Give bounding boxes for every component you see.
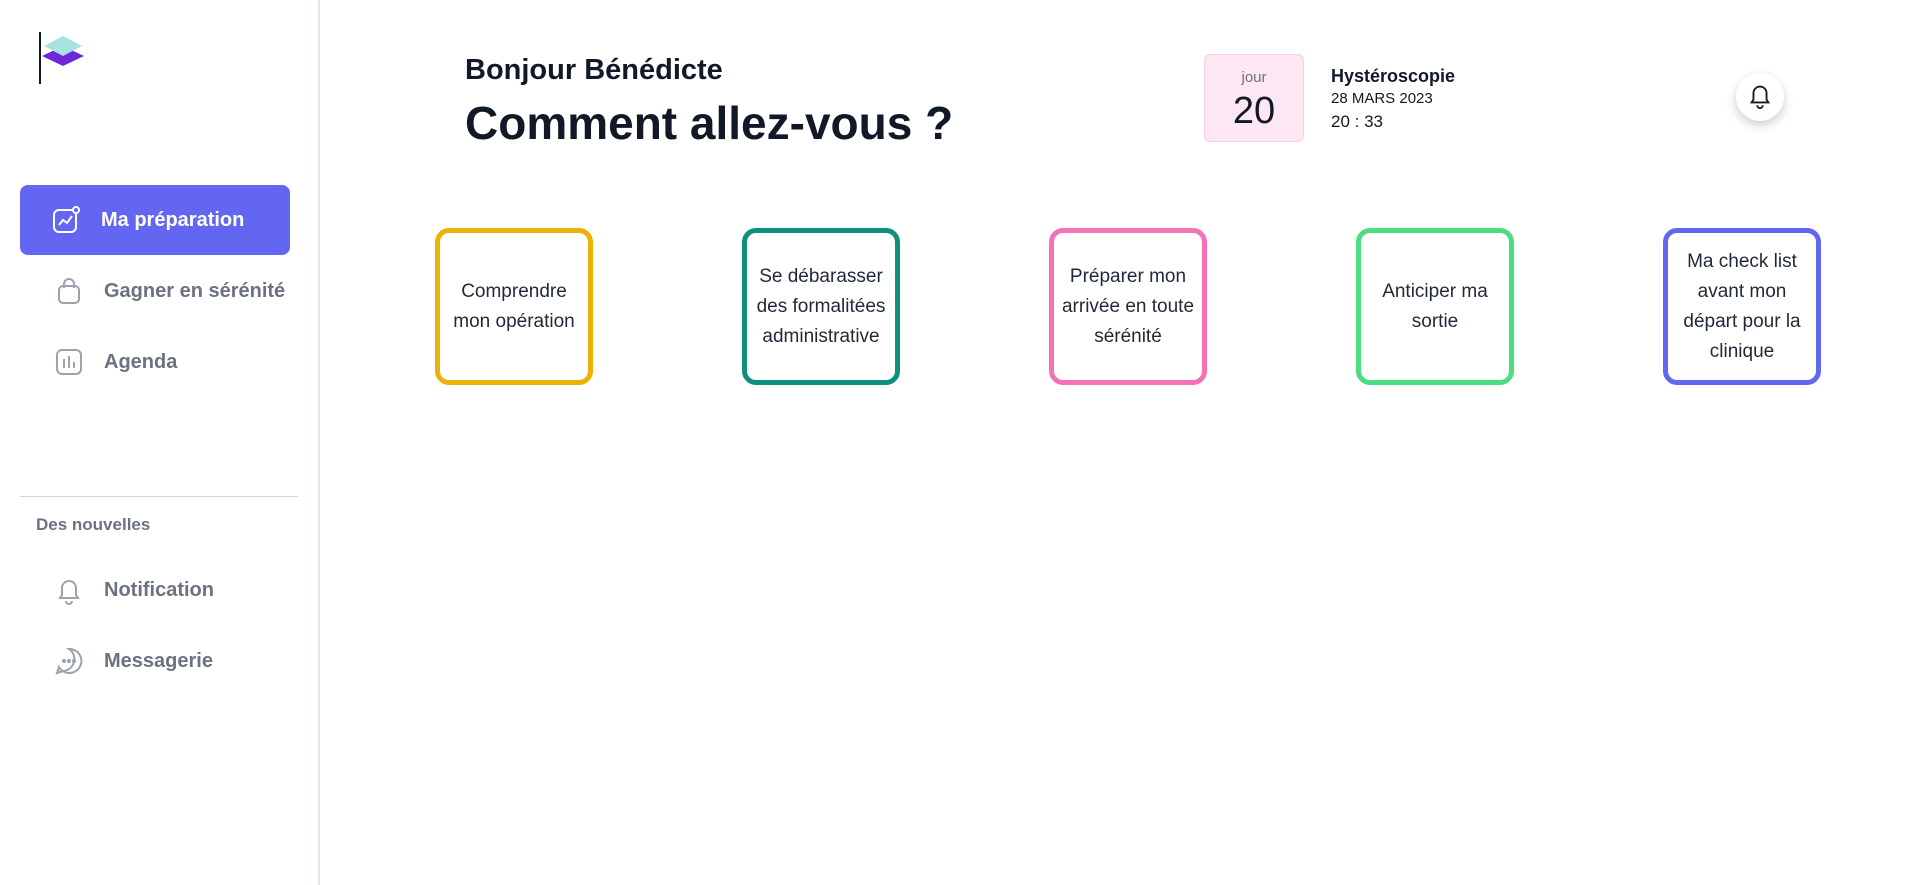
card-label: Préparer mon arrivée en toute sérénité xyxy=(1061,265,1195,347)
card-comprendre[interactable]: Comprendre mon opération xyxy=(435,228,593,385)
sidebar: Ma préparation Gagner en sérénité Agenda… xyxy=(0,0,320,885)
sidebar-item-label: Gagner en sérénité xyxy=(104,279,286,302)
card-label: Comprendre mon opération xyxy=(453,280,575,332)
card-sortie[interactable]: Anticiper ma sortie xyxy=(1356,228,1514,385)
card-formalites[interactable]: Se débarasser des formalitées administra… xyxy=(742,228,900,385)
notification-button[interactable] xyxy=(1736,73,1784,121)
bar-chart-icon xyxy=(54,347,84,377)
sidebar-item-messagerie[interactable]: Messagerie xyxy=(20,626,290,696)
sidebar-item-notification[interactable]: Notification xyxy=(20,555,290,625)
chart-icon xyxy=(51,205,81,235)
sidebar-item-label: Ma préparation xyxy=(101,208,245,231)
bag-icon xyxy=(54,276,84,306)
sidebar-item-gagner-en-serenite[interactable]: Gagner en sérénité xyxy=(20,256,290,326)
card-label: Ma check list avant mon départ pour la c… xyxy=(1683,250,1801,362)
app-logo[interactable] xyxy=(38,28,88,84)
card-arrivee[interactable]: Préparer mon arrivée en toute sérénité xyxy=(1049,228,1207,385)
page-title: Comment allez-vous ? xyxy=(465,97,954,149)
card-label: Se débarasser des formalitées administra… xyxy=(756,265,886,347)
greeting-text: Bonjour Bénédicte xyxy=(465,54,723,86)
day-label: jour xyxy=(1241,69,1267,86)
sidebar-item-label: Messagerie xyxy=(104,649,213,672)
procedure-name: Hystéroscopie xyxy=(1331,66,1456,86)
bell-icon xyxy=(54,575,84,605)
card-label: Anticiper ma sortie xyxy=(1382,280,1488,332)
day-value: 20 xyxy=(1232,90,1276,132)
message-icon xyxy=(54,646,84,676)
day-counter: jour 20 xyxy=(1204,54,1304,142)
sidebar-item-label: Notification xyxy=(104,578,214,601)
procedure-date: 28 MARS 2023 xyxy=(1331,90,1433,107)
card-checklist[interactable]: Ma check list avant mon départ pour la c… xyxy=(1663,228,1821,385)
sidebar-item-ma-preparation[interactable]: Ma préparation xyxy=(20,185,290,255)
procedure-time: 20 : 33 xyxy=(1331,112,1383,131)
bell-icon xyxy=(1746,81,1774,114)
sidebar-item-label: Agenda xyxy=(104,350,178,373)
section-title: Des nouvelles xyxy=(36,515,151,534)
sidebar-item-agenda[interactable]: Agenda xyxy=(20,327,290,397)
sidebar-divider xyxy=(20,496,298,497)
